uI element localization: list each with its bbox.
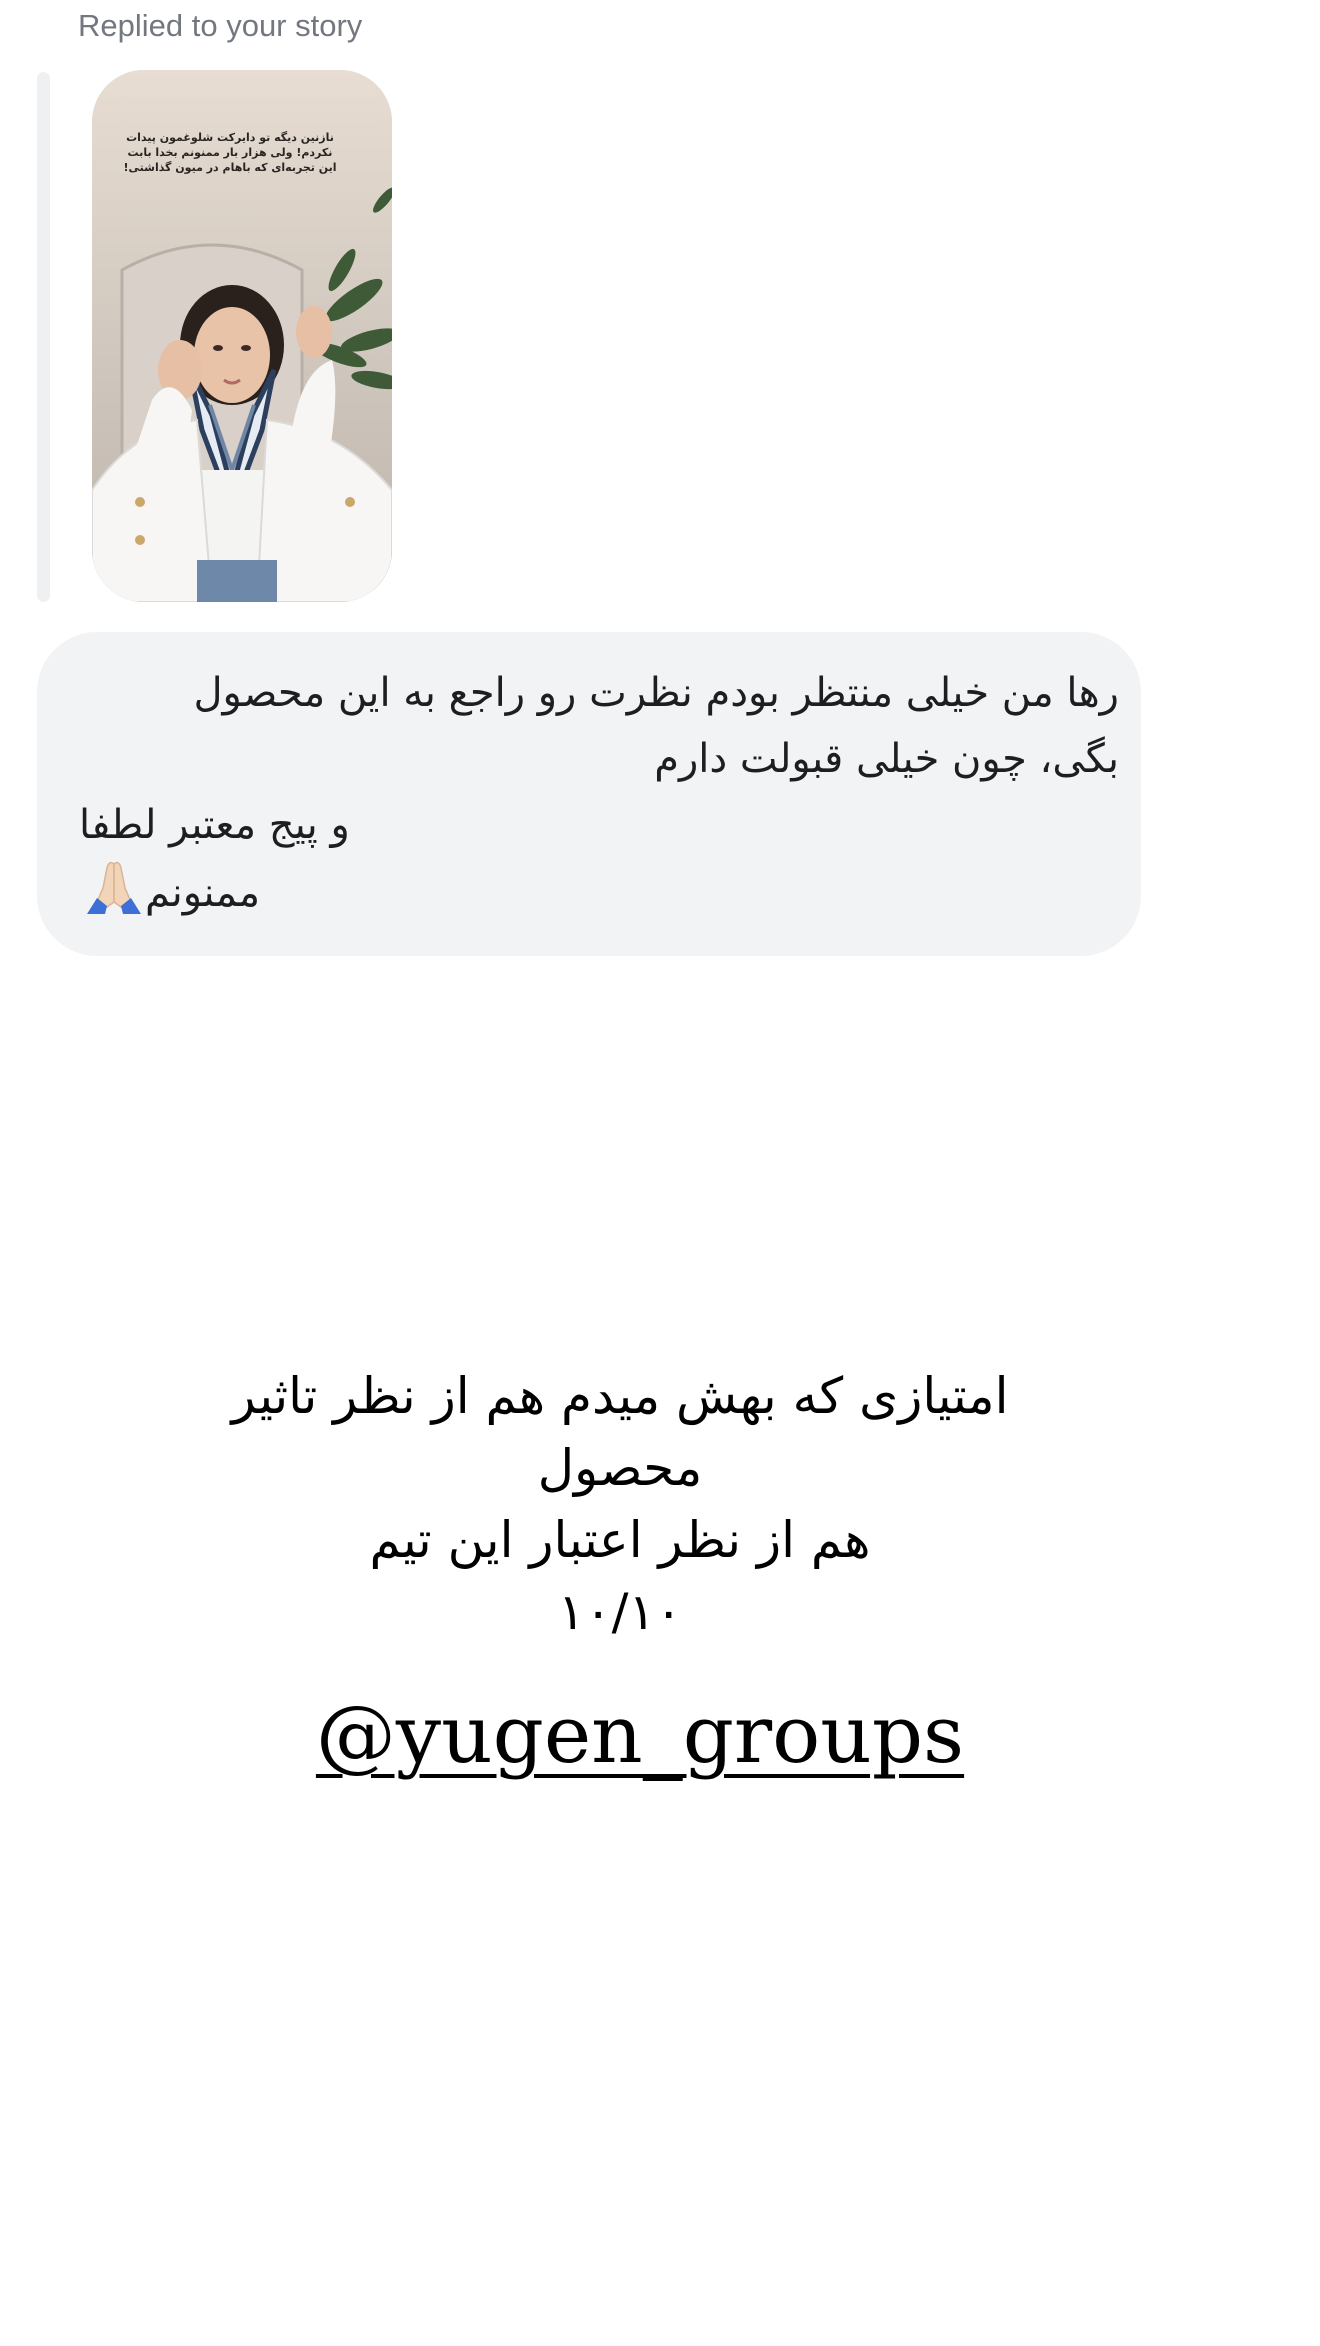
- caption-rating: ۱۰/۱۰: [557, 1583, 683, 1641]
- message-line: و پیج معتبر لطفا: [79, 792, 1119, 858]
- message-line: ممنونم: [79, 858, 1119, 934]
- account-handle-link[interactable]: @yugen_groups: [0, 1685, 1280, 1785]
- story-caption: نازنین دیگه تو دایرکت شلوغمون پیدات نکرد…: [108, 130, 352, 175]
- message-line: رها من خیلی منتظر بودم نظرت رو راجع به ا…: [193, 670, 1119, 716]
- story-caption-line: نکردم! ولی هزار بار ممنونم بخدا بابت: [127, 146, 333, 159]
- message-text: رها من خیلی منتظر بودم نظرت رو راجع به ا…: [79, 660, 1119, 934]
- caption-line: هم از نظر اعتبار این تیم: [369, 1511, 871, 1569]
- praying-hands-icon: [87, 861, 141, 914]
- story-thumbnail[interactable]: نازنین دیگه تو دایرکت شلوغمون پیدات نکرد…: [92, 70, 392, 602]
- caption-line: امتیازی که بهش میدم هم از نظر تاثیر: [231, 1367, 1009, 1425]
- caption-line: محصول: [537, 1439, 703, 1497]
- review-caption: امتیازی که بهش میدم هم از نظر تاثیر محصو…: [160, 1360, 1080, 1648]
- message-bubble[interactable]: رها من خیلی منتظر بودم نظرت رو راجع به ا…: [37, 632, 1141, 956]
- message-line: بگی، چون خیلی قبولت دارم: [654, 726, 1119, 792]
- message-line-text: بگی، چون خیلی قبولت دارم: [654, 736, 1119, 782]
- account-handle-text[interactable]: @yugen_groups: [316, 1688, 964, 1781]
- message-line-text: و پیج معتبر لطفا: [79, 802, 350, 848]
- story-caption-line: این تجربه‌ای که باهام در میون گذاشتی!: [123, 161, 337, 174]
- reply-quote-bar: [37, 72, 50, 602]
- story-caption-line: نازنین دیگه تو دایرکت شلوغمون پیدات: [126, 131, 334, 144]
- replied-to-story-label: Replied to your story: [78, 8, 363, 43]
- message-line-text: ممنونم: [145, 870, 261, 916]
- praying-hands-emoji-icon: [83, 858, 145, 934]
